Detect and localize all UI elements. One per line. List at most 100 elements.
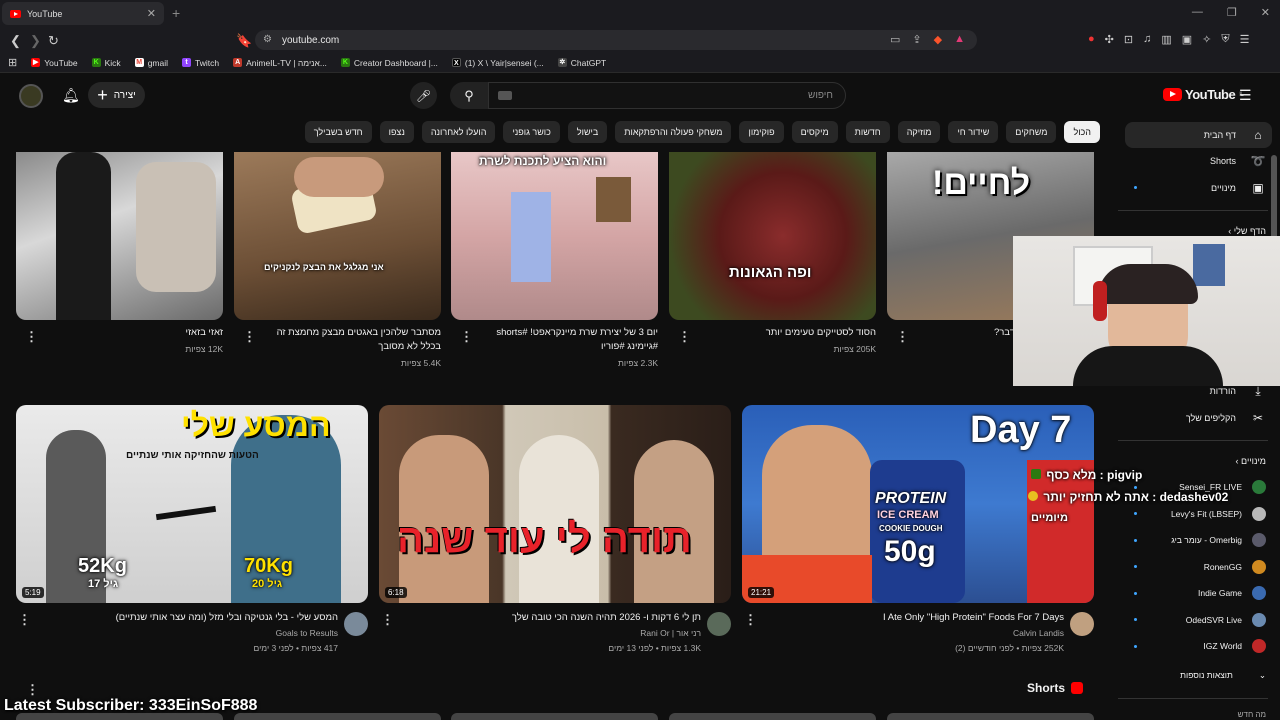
bookmark-animeil[interactable]: A AnimeIL-TV | אנימה... (233, 58, 327, 68)
filter-chip[interactable]: בישול (567, 121, 608, 143)
apps-grid-icon[interactable]: ⊞ (8, 56, 17, 69)
video-title-3[interactable]: I Ate Only "High Protein" Foods For 7 Da… (766, 611, 1064, 625)
more-actions-icon[interactable]: ⋮ (25, 329, 38, 345)
video-title-1[interactable]: המסע שלי - בלי גנטיקה ובלי מזל (ומה עצר … (40, 611, 338, 625)
filter-chip[interactable]: משחקי פעולה והרפתקאות (615, 121, 732, 143)
more-actions-icon[interactable]: ⋮ (243, 329, 256, 345)
subscription-item[interactable]: Levy's Fit (LBSEP) (1126, 502, 1266, 526)
video-channel-1[interactable]: Goals to Results (40, 628, 338, 638)
sidebar-item-home[interactable]: ⌂ דף הבית (1125, 122, 1272, 148)
short-title-5[interactable]: הדבר? (911, 326, 1021, 340)
subscriptions-section-title[interactable]: מינויים › (1236, 456, 1266, 466)
more-actions-icon[interactable]: ⋮ (381, 612, 394, 628)
music-icon[interactable]: ♫ (1143, 33, 1151, 46)
more-actions-icon[interactable]: ⋮ (26, 682, 39, 698)
close-window-icon[interactable]: ✕ (1261, 6, 1270, 19)
bookmark-chatgpt[interactable]: ✲ ChatGPT (557, 58, 606, 68)
filter-chip[interactable]: מיקסים (791, 121, 838, 143)
reload-icon[interactable]: ↻ (48, 33, 59, 49)
short-thumbnail-3[interactable]: והוא הציע לתכנת לשרת (451, 152, 658, 320)
more-actions-icon[interactable]: ⋮ (744, 612, 757, 628)
guide-menu-icon[interactable]: ☰ (1239, 87, 1252, 104)
wallet-icon[interactable]: ▣ (1182, 33, 1192, 46)
bookmark-gmail[interactable]: Mgmail (134, 58, 168, 68)
filter-chip[interactable]: שידור חי (948, 121, 999, 143)
short-thumbnail-2[interactable]: אני מגלגל את הבצק לנקניקים (234, 152, 441, 320)
youtube-logo[interactable]: YouTube IL (1163, 87, 1244, 102)
filter-chip[interactable]: הכול (1064, 121, 1100, 143)
video-thumbnail-1[interactable]: המסע שלי הטעות שהחזיקה אותי שנתיים 52Kg … (16, 405, 368, 603)
record-icon[interactable]: ● (1088, 33, 1095, 46)
short-title-4[interactable]: הסוד לסטייקים טעימים יותר (693, 326, 876, 340)
subscription-item[interactable]: IGZ World (1126, 634, 1266, 658)
vpn-icon[interactable]: ⛨ (1221, 33, 1229, 46)
bookmark-x[interactable]: X (1) X \ Yair|sensei (... (451, 58, 544, 68)
bookmark-icon[interactable]: 🔖 (236, 33, 252, 49)
new-tab-icon[interactable]: + (172, 5, 180, 21)
filter-chip[interactable]: חדש בשבילך (304, 121, 372, 143)
more-actions-icon[interactable]: ⋮ (678, 329, 691, 345)
video-thumbnail-2[interactable]: תודה לי עוד שנה 6:18 (379, 405, 731, 603)
close-tab-icon[interactable]: ✕ (147, 7, 156, 20)
search-button[interactable]: ⚲ (450, 82, 488, 109)
brave-rewards-icon[interactable]: ▲ (954, 33, 965, 46)
share-icon[interactable]: ⇪ (912, 33, 921, 46)
filter-chip[interactable]: משחקים (1006, 121, 1057, 143)
brave-shield-icon[interactable]: ◆ (934, 33, 942, 46)
create-button[interactable]: + יצירה (88, 82, 145, 108)
voice-search-button[interactable]: 🎤︎ (410, 82, 437, 109)
filter-chip[interactable]: מוזיקה (897, 121, 941, 143)
minimize-icon[interactable]: — (1192, 6, 1203, 19)
bookmark-creator-dashboard[interactable]: K Creator Dashboard |... (340, 58, 438, 68)
more-actions-icon[interactable]: ⋮ (896, 329, 909, 345)
video-channel-3[interactable]: Calvin Landis (766, 628, 1064, 638)
channel-avatar[interactable] (707, 612, 731, 636)
short-thumbnail[interactable] (451, 713, 658, 720)
you-section-title[interactable]: הדף שלי › (1228, 226, 1266, 236)
screenshot-icon[interactable]: ⊡ (1124, 33, 1133, 46)
filter-chip[interactable]: הועלו לאחרונה (421, 121, 496, 143)
keyboard-icon[interactable] (498, 91, 512, 100)
video-channel-2[interactable]: רני אור | Rani Or (403, 628, 701, 638)
forward-icon[interactable]: ❯ (30, 33, 41, 49)
notifications-bell-icon[interactable]: 🔔︎ (62, 87, 80, 104)
cast-icon[interactable]: ▭ (890, 33, 900, 46)
sidebar-item-clips[interactable]: ✂ הקליפים שלך (1126, 405, 1266, 431)
browser-tab[interactable]: YouTube ✕ (2, 2, 164, 25)
sidebar-toggle-icon[interactable]: ▥ (1161, 33, 1171, 46)
subscription-item[interactable]: Indie Game (1126, 581, 1266, 605)
short-title-1[interactable]: זאזי בזאזי (40, 326, 223, 340)
subscription-item[interactable]: RonenGG (1126, 555, 1266, 579)
bookmark-twitch[interactable]: t Twitch (182, 58, 219, 68)
url-field[interactable]: ⚙ youtube.com ▭ ⇪ ◆ ▲ (255, 30, 977, 50)
subscription-item[interactable]: עומר ביג - Omerbig (1126, 528, 1266, 552)
menu-icon[interactable]: ☰ (1240, 33, 1250, 46)
short-thumbnail[interactable] (887, 713, 1094, 720)
video-title-2[interactable]: תן לי 6 דקות ו- 2026 תהיה השנה הכי טובה … (403, 611, 701, 625)
subscription-item[interactable]: OdedSVR Live (1126, 608, 1266, 632)
channel-avatar[interactable] (1070, 612, 1094, 636)
bookmark-kick[interactable]: K Kick (91, 58, 121, 68)
site-info-icon[interactable]: ⚙ (263, 34, 272, 45)
short-thumbnail-1[interactable] (16, 152, 223, 320)
short-thumbnail[interactable] (234, 713, 441, 720)
filter-chip[interactable]: כושר גופני (503, 121, 560, 143)
maximize-icon[interactable]: ❐ (1227, 6, 1237, 19)
account-avatar[interactable] (19, 84, 43, 108)
search-input[interactable]: חיפוש (488, 82, 846, 109)
filter-chip[interactable]: פוקימון (739, 121, 784, 143)
channel-avatar[interactable] (344, 612, 368, 636)
filter-chip[interactable]: חדשות (845, 121, 890, 143)
short-title-2[interactable]: מסתבר שלהכין באגטים מבצק מחמצת זה בכלל ל… (258, 326, 441, 354)
ai-icon[interactable]: ✧ (1202, 33, 1211, 46)
sidebar-item-shorts[interactable]: ➰ Shorts (1126, 148, 1266, 174)
extensions-icon[interactable]: ✣ (1105, 33, 1114, 46)
short-thumbnail-4[interactable]: ופה הגאונות (669, 152, 876, 320)
more-actions-icon[interactable]: ⋮ (18, 612, 31, 628)
sidebar-scrollbar[interactable] (1271, 155, 1277, 247)
sidebar-item-subscriptions[interactable]: ▣ מינויים (1126, 175, 1266, 201)
show-more-button[interactable]: תוצאות נוספות ⌄ (1126, 663, 1266, 687)
back-icon[interactable]: ❮ (10, 33, 21, 49)
short-title-3[interactable]: יום 3 של יצירת שרת מיינקראפט! #shorts #ג… (475, 326, 658, 354)
filter-chip[interactable]: נצפו (379, 121, 414, 143)
